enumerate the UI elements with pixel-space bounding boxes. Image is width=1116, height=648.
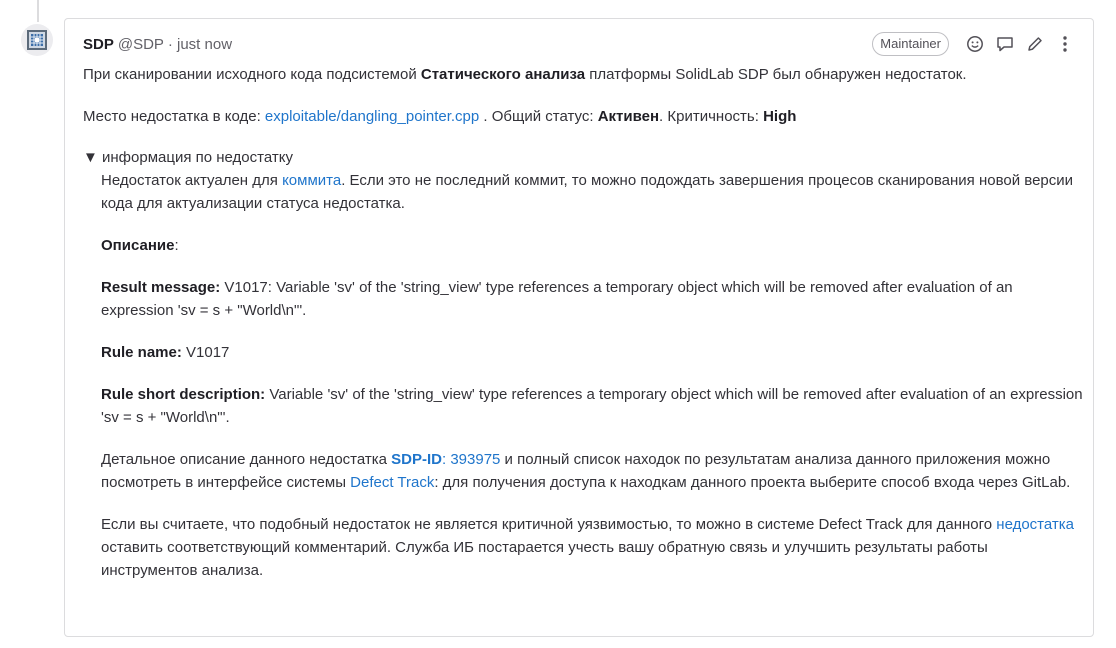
file-link[interactable]: exploitable/dangling_pointer.cpp bbox=[265, 108, 479, 125]
details-content: Недостаток актуален для коммита. Если эт… bbox=[83, 169, 1083, 582]
feedback-text-end: оставить соответствующий комментарий. Сл… bbox=[101, 539, 988, 579]
author-handle[interactable]: @SDP bbox=[118, 36, 164, 53]
role-badge: Maintainer bbox=[872, 32, 949, 56]
defect-link[interactable]: недостатка bbox=[996, 516, 1074, 533]
status-value: Активен bbox=[597, 108, 660, 125]
criticality-value: High bbox=[763, 108, 797, 125]
rule-description-paragraph: Rule short description: Variable 'sv' of… bbox=[101, 383, 1083, 429]
details-toggle[interactable]: ▼ информация по недостатку bbox=[83, 146, 1083, 169]
note-body: При сканировании исходного кода подсисте… bbox=[83, 63, 1083, 582]
result-message-paragraph: Result message: V1017: Variable 'sv' of … bbox=[101, 276, 1083, 322]
rule-name-value: V1017 bbox=[181, 344, 230, 361]
feedback-text: Если вы считаете, что подобный недостато… bbox=[101, 516, 997, 533]
description-colon: : bbox=[174, 237, 179, 254]
comment-icon[interactable] bbox=[991, 30, 1019, 58]
note-actions: Maintainer bbox=[872, 30, 1079, 58]
intro-bold: Статического анализа bbox=[420, 66, 586, 83]
author-name[interactable]: SDP bbox=[83, 36, 114, 53]
location-paragraph: Место недостатка в коде: exploitable/dan… bbox=[83, 105, 1083, 128]
kebab-icon[interactable] bbox=[1051, 30, 1079, 58]
defect-track-link[interactable]: Defect Track bbox=[350, 474, 434, 491]
sdp-id-value-link[interactable]: : 393975 bbox=[442, 451, 500, 468]
detail-paragraph: Детальное описание данного недостатка SD… bbox=[101, 448, 1083, 494]
pencil-icon[interactable] bbox=[1021, 30, 1049, 58]
rule-name-label: Rule name: bbox=[101, 344, 182, 361]
status-label: . Общий статус: bbox=[479, 108, 598, 125]
sdp-id-link[interactable]: SDP-ID bbox=[391, 451, 442, 468]
note-card: SDP @SDP · just now Maintainer При скани… bbox=[64, 18, 1094, 637]
intro-paragraph: При сканировании исходного кода подсисте… bbox=[83, 63, 1083, 86]
triangle-down-icon: ▼ bbox=[83, 149, 103, 166]
description-label: Описание bbox=[101, 237, 175, 254]
details-summary-label: информация по недостатку bbox=[102, 149, 293, 166]
result-text: V1017: Variable 'sv' of the 'string_view… bbox=[101, 279, 1013, 319]
rule-short-label: Rule short description: bbox=[101, 386, 266, 403]
description-heading: Описание: bbox=[101, 234, 1083, 257]
timeline-connector bbox=[37, 0, 39, 22]
detail-text: Детальное описание данного недостатка bbox=[101, 451, 392, 468]
rule-name-paragraph: Rule name: V1017 bbox=[101, 341, 1083, 364]
feedback-paragraph: Если вы считаете, что подобный недостато… bbox=[101, 513, 1083, 582]
smiley-icon[interactable] bbox=[961, 30, 989, 58]
actuality-paragraph: Недостаток актуален для коммита. Если эт… bbox=[101, 169, 1083, 215]
criticality-label: . Критичность: bbox=[659, 108, 764, 125]
note-timestamp[interactable]: just now bbox=[177, 36, 232, 53]
author-meta: @SDP · just now bbox=[118, 36, 232, 53]
intro-text-end: платформы SolidLab SDP был обнаружен нед… bbox=[585, 66, 967, 83]
detail-text-end: : для получения доступа к находкам данно… bbox=[434, 474, 1071, 491]
meta-separator: · bbox=[163, 35, 177, 53]
actuality-text: Недостаток актуален для bbox=[101, 172, 283, 189]
location-label: Место недостатка в коде: bbox=[83, 108, 265, 125]
result-label: Result message: bbox=[101, 279, 221, 296]
avatar-icon[interactable] bbox=[21, 24, 53, 56]
intro-text: При сканировании исходного кода подсисте… bbox=[83, 66, 421, 83]
commit-link[interactable]: коммита bbox=[282, 172, 341, 189]
note-header: SDP @SDP · just now Maintainer bbox=[83, 30, 1079, 58]
